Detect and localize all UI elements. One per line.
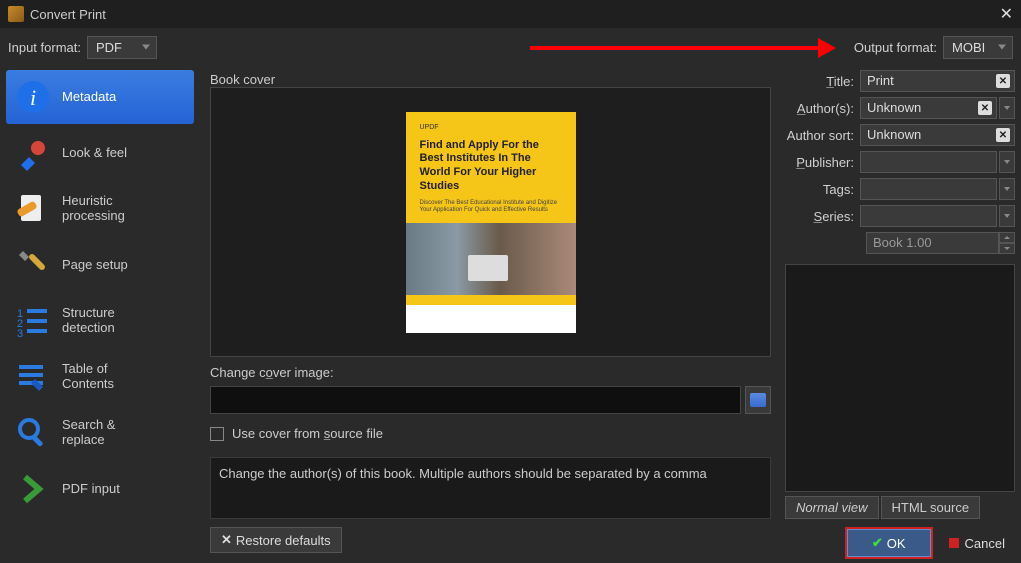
input-format-select[interactable]: PDF — [87, 36, 157, 59]
svg-text:i: i — [30, 85, 36, 110]
series-dropdown[interactable] — [999, 205, 1015, 227]
sidebar-item-look-feel[interactable]: Look & feel — [6, 126, 194, 180]
chevron-right-icon — [14, 470, 52, 508]
sidebar-item-pdf-input[interactable]: PDF input — [6, 462, 194, 516]
use-source-checkbox[interactable] — [210, 427, 224, 441]
format-bar: Input format: PDF Output format: MOBI — [0, 28, 1021, 66]
search-icon — [14, 414, 52, 452]
authors-dropdown[interactable] — [999, 97, 1015, 119]
ok-label: OK — [887, 536, 906, 551]
sidebar-item-label: Metadata — [62, 90, 116, 105]
sidebar-item-label: PDF input — [62, 482, 120, 497]
restore-defaults-button[interactable]: ✕ Restore defaults — [210, 527, 342, 553]
publisher-dropdown[interactable] — [999, 151, 1015, 173]
publisher-input[interactable] — [860, 151, 997, 173]
cancel-label: Cancel — [965, 536, 1005, 551]
series-index-down[interactable] — [999, 243, 1015, 254]
cancel-button[interactable]: Cancel — [939, 529, 1015, 557]
restore-label: Restore defaults — [236, 533, 331, 548]
close-icon[interactable]: ✕ — [1000, 4, 1013, 24]
chevron-down-icon — [142, 45, 150, 50]
change-cover-label: Change cover image: — [210, 365, 771, 380]
structure-icon: 123 — [14, 302, 52, 340]
picture-icon — [750, 393, 766, 407]
close-icon: ✕ — [221, 532, 232, 548]
use-source-label: Use cover from source file — [232, 426, 383, 441]
cover-subtitle: Discover The Best Educational Institute … — [420, 200, 562, 215]
publisher-label: Publisher: — [785, 155, 860, 170]
heuristic-icon — [14, 190, 52, 228]
input-format-label: Input format: — [8, 40, 81, 55]
sidebar-item-page-setup[interactable]: Page setup — [6, 238, 194, 292]
book-cover-label: Book cover — [210, 72, 771, 87]
series-label: Series: — [785, 209, 860, 224]
ok-button[interactable]: ✔ OK — [847, 529, 931, 557]
authors-value: Unknown — [867, 100, 921, 115]
check-icon: ✔ — [872, 535, 883, 551]
series-input[interactable] — [860, 205, 997, 227]
series-index-value: Book 1.00 — [873, 235, 932, 250]
tab-normal-view[interactable]: Normal view — [785, 496, 879, 519]
metadata-panel: Title: Print ✕ Author(s): Unknown ✕ Auth… — [781, 66, 1021, 563]
authors-input[interactable]: Unknown ✕ — [860, 97, 997, 119]
cover-title: Find and Apply For the Best Institutes I… — [420, 139, 562, 194]
title-label: Title: — [785, 74, 860, 89]
cover-image: UPDF Find and Apply For the Best Institu… — [406, 112, 576, 333]
input-format-value: PDF — [96, 40, 122, 55]
title-input[interactable]: Print ✕ — [860, 70, 1015, 92]
tags-label: Tags: — [785, 182, 860, 197]
sidebar-item-search-replace[interactable]: Search & replace — [6, 406, 194, 460]
svg-text:3: 3 — [17, 328, 23, 339]
sidebar: i Metadata Look & feel Heuristic process… — [0, 66, 200, 563]
cancel-icon — [949, 538, 959, 548]
sidebar-item-label: Page setup — [62, 258, 128, 273]
browse-cover-button[interactable] — [745, 386, 771, 414]
chevron-down-icon — [1004, 160, 1010, 164]
cover-path-input[interactable] — [210, 386, 741, 414]
sidebar-item-structure[interactable]: 123 Structure detection — [6, 294, 194, 348]
tags-dropdown[interactable] — [999, 178, 1015, 200]
cover-brand: UPDF — [420, 124, 562, 131]
series-index-up[interactable] — [999, 232, 1015, 243]
output-format-label: Output format: — [854, 40, 937, 55]
authorsort-label: Author sort: — [785, 128, 860, 143]
cover-preview: UPDF Find and Apply For the Best Institu… — [210, 87, 771, 357]
sidebar-item-toc[interactable]: Table of Contents — [6, 350, 194, 404]
sidebar-item-heuristic[interactable]: Heuristic processing — [6, 182, 194, 236]
tags-input[interactable] — [860, 178, 997, 200]
sidebar-item-label: Look & feel — [62, 146, 127, 161]
output-format-value: MOBI — [952, 40, 985, 55]
info-icon: i — [14, 78, 52, 116]
sidebar-item-label: Heuristic processing — [62, 194, 125, 224]
comments-editor[interactable] — [785, 264, 1015, 492]
authorsort-input[interactable]: Unknown ✕ — [860, 124, 1015, 146]
authorsort-value: Unknown — [867, 127, 921, 142]
hint-text: Change the author(s) of this book. Multi… — [210, 457, 771, 519]
sidebar-item-metadata[interactable]: i Metadata — [6, 70, 194, 124]
sidebar-item-label: Structure detection — [62, 306, 115, 336]
clear-icon[interactable]: ✕ — [996, 128, 1010, 142]
tab-html-source[interactable]: HTML source — [881, 496, 981, 519]
chevron-down-icon — [1004, 106, 1010, 110]
annotation-arrow — [530, 46, 820, 50]
chevron-down-icon — [1004, 214, 1010, 218]
clear-icon[interactable]: ✕ — [996, 74, 1010, 88]
title-value: Print — [867, 73, 894, 88]
sidebar-item-label: Table of Contents — [62, 362, 114, 392]
sidebar-item-label: Search & replace — [62, 418, 115, 448]
brush-icon — [14, 134, 52, 172]
window-title: Convert Print — [30, 7, 106, 22]
app-icon — [8, 6, 24, 22]
series-index-input[interactable]: Book 1.00 — [866, 232, 999, 254]
output-format-select[interactable]: MOBI — [943, 36, 1013, 59]
tools-icon — [14, 246, 52, 284]
authors-label: Author(s): — [785, 101, 860, 116]
toc-icon — [14, 358, 52, 396]
clear-icon[interactable]: ✕ — [978, 101, 992, 115]
chevron-down-icon — [1004, 187, 1010, 191]
titlebar: Convert Print ✕ — [0, 0, 1021, 28]
chevron-down-icon — [998, 45, 1006, 50]
